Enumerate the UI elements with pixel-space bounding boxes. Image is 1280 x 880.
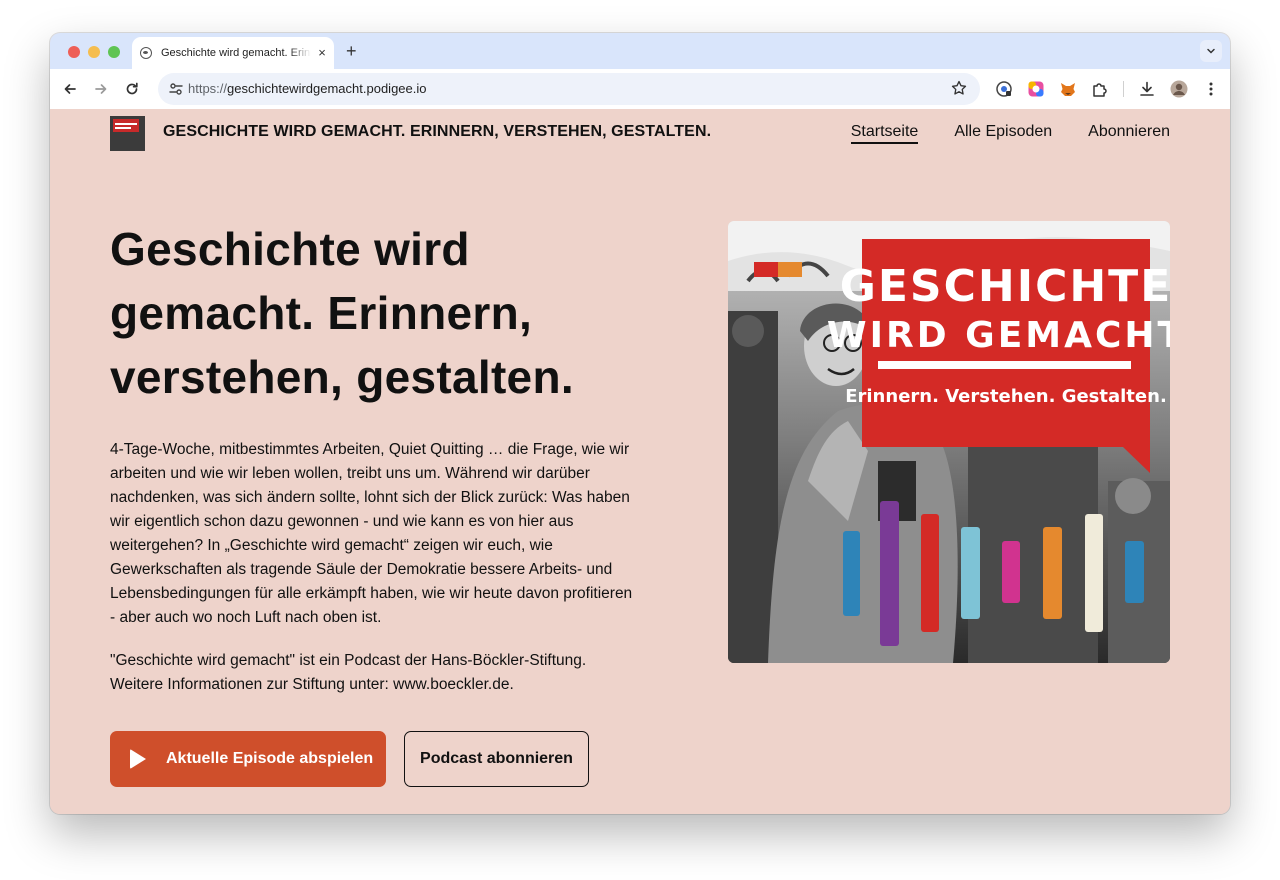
arrow-right-icon	[95, 84, 107, 94]
url-text: https://geschichtewirdgemacht.podigee.io	[188, 81, 427, 96]
play-icon	[130, 749, 146, 769]
cover-title-line2: WIRD GEMACHT	[827, 315, 1170, 356]
browser-toolbar: https://geschichtewirdgemacht.podigee.io	[50, 69, 1230, 109]
logo-line	[115, 127, 131, 129]
hero-title: Geschichte wird gemacht. Erinnern, verst…	[110, 223, 574, 403]
bookmark-star-icon[interactable]	[950, 79, 968, 97]
reload-icon	[126, 82, 138, 95]
extension-icon-1[interactable]	[995, 80, 1013, 98]
profile-button[interactable]	[1170, 80, 1188, 98]
tab-bar: Geschichte wird gemacht. Erinnern, verst…	[50, 33, 1230, 69]
podcast-cover-image: GESCHICHTE WIRD GEMACHT Erinnern. Verste…	[728, 221, 1170, 663]
subscribe-podcast-label: Podcast abonnieren	[420, 750, 573, 767]
browser-tab[interactable]: Geschichte wird gemacht. Erinnern, verst…	[132, 37, 334, 69]
puzzle-piece-icon	[1093, 83, 1107, 97]
minimize-window-button[interactable]	[88, 46, 100, 58]
more-vertical-icon	[1209, 82, 1213, 96]
back-button[interactable]	[60, 79, 80, 99]
web-page: GESCHICHTE WIRD GEMACHT. ERINNERN, VERST…	[50, 109, 1230, 814]
extension-icon-2[interactable]	[1027, 80, 1045, 98]
window-controls	[68, 46, 120, 58]
hero-description: 4-Tage-Woche, mitbestimmtes Arbeiten, Qu…	[110, 441, 633, 626]
reload-button[interactable]	[122, 79, 142, 99]
nav-abonnieren[interactable]: Abonnieren	[1088, 123, 1170, 144]
tab-title: Geschichte wird gemacht. Erinnern, verst…	[161, 47, 311, 59]
url-scheme: https://	[188, 81, 228, 96]
toolbar-divider	[1123, 81, 1124, 97]
address-bar[interactable]: https://geschichtewirdgemacht.podigee.io	[158, 73, 980, 105]
site-logo[interactable]	[110, 116, 145, 151]
tab-search-button[interactable]	[1200, 40, 1222, 62]
download-icon	[1140, 81, 1154, 96]
logo-line	[115, 123, 137, 125]
main-nav: Startseite Alle Episoden Abonnieren	[850, 123, 1170, 144]
browser-window: Geschichte wird gemacht. Erinnern, verst…	[50, 33, 1230, 814]
cover-tagline: Erinnern. Verstehen. Gestalten.	[845, 386, 1167, 407]
forward-button[interactable]	[91, 79, 111, 99]
avatar	[1170, 80, 1188, 98]
fox-icon	[1061, 83, 1075, 96]
nav-alle-episoden[interactable]: Alle Episoden	[954, 123, 1052, 144]
site-header: GESCHICHTE WIRD GEMACHT. ERINNERN, VERST…	[110, 116, 1170, 156]
extension-icon-3[interactable]	[1059, 80, 1077, 98]
close-window-button[interactable]	[68, 46, 80, 58]
cover-artwork: GESCHICHTE WIRD GEMACHT Erinnern. Verste…	[728, 221, 1170, 663]
play-episode-label: Aktuelle Episode abspielen	[166, 750, 374, 767]
globe-icon	[140, 47, 152, 59]
subscribe-podcast-button[interactable]: Podcast abonnieren	[404, 731, 589, 787]
browser-menu-button[interactable]	[1202, 80, 1220, 98]
play-episode-button[interactable]: Aktuelle Episode abspielen	[110, 731, 386, 787]
downloads-button[interactable]	[1138, 80, 1156, 98]
url-host: geschichtewirdgemacht.podigee.io	[227, 81, 427, 96]
site-settings-icon[interactable]	[168, 81, 184, 97]
new-tab-button[interactable]: +	[346, 40, 357, 62]
nav-startseite[interactable]: Startseite	[850, 123, 919, 144]
maximize-window-button[interactable]	[108, 46, 120, 58]
color-wheel-icon	[1028, 81, 1044, 97]
cover-title-line1: GESCHICHTE	[840, 261, 1170, 312]
site-title[interactable]: GESCHICHTE WIRD GEMACHT. ERINNERN, VERST…	[163, 123, 711, 141]
tab-close-button[interactable]: ×	[315, 46, 329, 60]
arrow-left-icon	[64, 84, 76, 94]
password-manager-icon	[996, 81, 1012, 97]
hero-note: "Geschichte wird gemacht" ist ein Podcas…	[110, 652, 587, 693]
chevron-down-icon	[1207, 48, 1215, 54]
logo-red-block	[113, 119, 139, 132]
extensions-button[interactable]	[1091, 80, 1109, 98]
